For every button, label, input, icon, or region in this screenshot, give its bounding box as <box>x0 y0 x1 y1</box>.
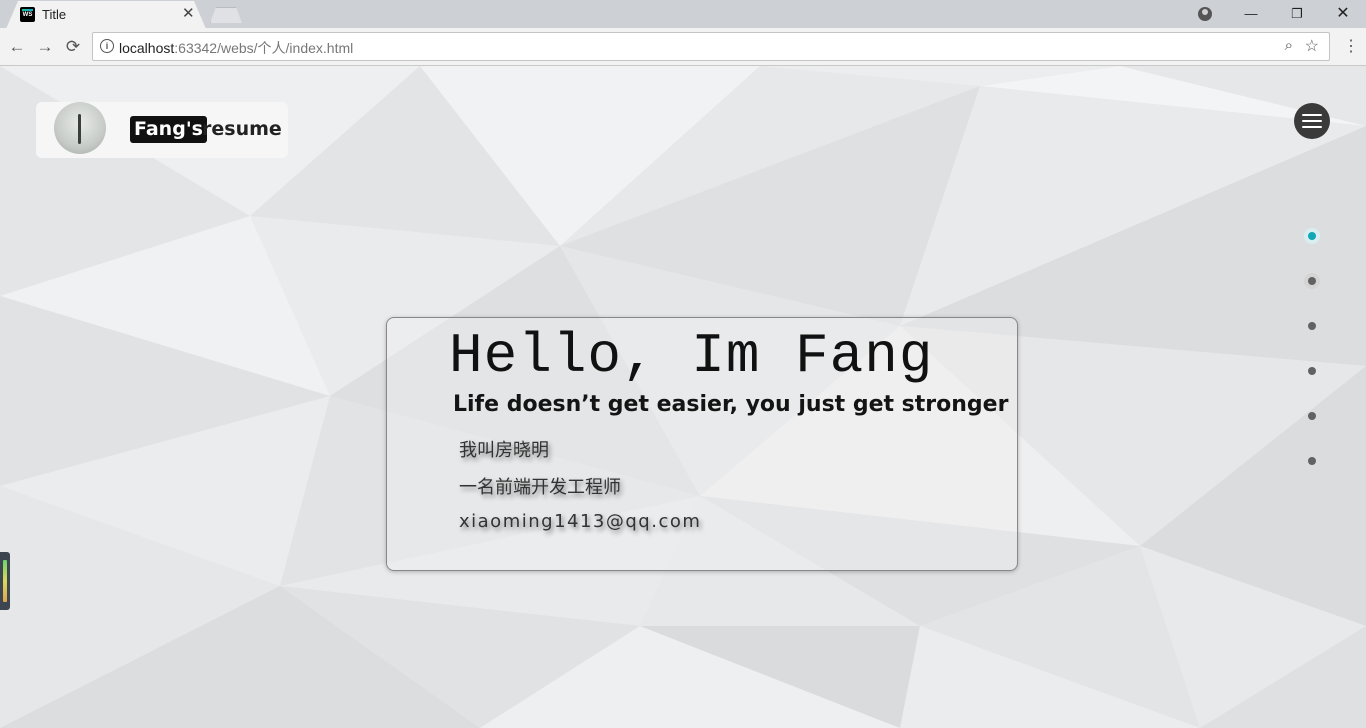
brand-title: resume <box>202 118 282 140</box>
browser-toolbar: ← → ⟳ i localhost:63342/webs/个人/index.ht… <box>0 28 1366 66</box>
section-dot-4[interactable] <box>1304 363 1320 379</box>
section-dot-1[interactable] <box>1304 228 1320 244</box>
avatar <box>54 102 106 154</box>
profile-icon[interactable] <box>1198 7 1212 21</box>
address-bar[interactable]: i localhost:63342/webs/个人/index.html ⌕ ☆ <box>92 32 1330 61</box>
tab-close-icon[interactable]: ✕ <box>182 5 195 23</box>
info-icon[interactable]: i <box>100 39 114 53</box>
page-viewport: Fang's resume Hello, Im Fang Life doesn’… <box>0 66 1366 728</box>
browser-menu-icon[interactable]: ⋮ <box>1343 36 1359 58</box>
forward-arrow-icon[interactable]: → <box>34 36 56 58</box>
url-text[interactable]: localhost:63342/webs/个人/index.html <box>119 38 353 58</box>
role-text: 一名前端开发工程师 <box>459 477 621 498</box>
back-arrow-icon[interactable]: ← <box>6 36 28 58</box>
webstorm-favicon-icon: WS <box>20 7 35 22</box>
side-widget-handle[interactable] <box>0 552 10 610</box>
name-text: 我叫房晓明 <box>459 440 549 461</box>
section-dot-2[interactable] <box>1304 273 1320 289</box>
browser-tab[interactable] <box>6 1 206 29</box>
email-text: xiaoming1413@qq.com <box>459 511 702 532</box>
browser-tab-bar: WS Title ✕ — ❐ ✕ <box>0 0 1366 29</box>
section-dot-3[interactable] <box>1304 318 1320 334</box>
url-path: :63342/webs/个人/index.html <box>174 40 354 56</box>
new-tab-button[interactable] <box>210 7 242 23</box>
reload-icon[interactable]: ⟳ <box>62 36 84 58</box>
hamburger-menu-icon[interactable] <box>1294 103 1330 139</box>
bookmark-star-icon[interactable]: ☆ <box>1305 36 1319 56</box>
minimize-button[interactable]: — <box>1228 0 1274 28</box>
tab-title: Title <box>42 7 67 22</box>
section-dot-6[interactable] <box>1304 453 1320 469</box>
intro-card: Hello, Im Fang Life doesn’t get easier, … <box>386 317 1018 571</box>
hero-tagline: Life doesn’t get easier, you just get st… <box>453 392 1009 417</box>
brand-highlight: Fang's <box>130 116 207 143</box>
hero-title: Hello, Im Fang <box>449 324 934 388</box>
brand-logo[interactable]: Fang's resume <box>36 102 288 158</box>
zoom-icon[interactable]: ⌕ <box>1285 37 1293 54</box>
url-host: localhost <box>119 40 175 56</box>
restore-button[interactable]: ❐ <box>1274 0 1320 28</box>
section-dot-5[interactable] <box>1304 408 1320 424</box>
close-window-button[interactable]: ✕ <box>1320 0 1366 28</box>
